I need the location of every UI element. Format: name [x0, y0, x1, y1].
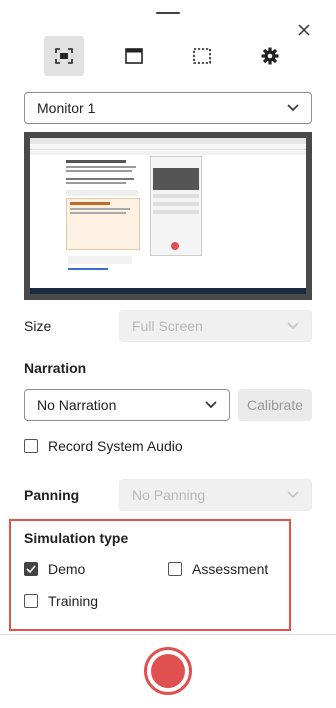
drag-handle[interactable]	[156, 12, 180, 14]
monitor-select-value: Monitor 1	[37, 100, 96, 116]
monitor-select[interactable]: Monitor 1	[24, 92, 312, 124]
record-button[interactable]	[144, 647, 192, 695]
record-icon	[151, 654, 185, 688]
size-label: Size	[24, 318, 52, 334]
chevron-down-icon	[287, 322, 299, 330]
size-select-value: Full Screen	[132, 318, 203, 334]
footer-divider	[0, 634, 336, 635]
record-system-audio-label: Record System Audio	[48, 438, 183, 454]
simulation-training-checkbox[interactable]: Training	[24, 593, 98, 609]
capture-mode-toolbar	[44, 36, 292, 76]
calibrate-button[interactable]: Calibrate	[238, 389, 312, 421]
simulation-assessment-label: Assessment	[192, 561, 269, 577]
panning-select: No Panning	[119, 479, 312, 511]
narration-select-value: No Narration	[37, 397, 117, 413]
narration-label: Narration	[24, 360, 87, 376]
record-system-audio-checkbox[interactable]: Record System Audio	[24, 438, 183, 454]
chevron-down-icon	[287, 104, 299, 112]
checkbox-box	[168, 562, 182, 576]
region-capture-icon[interactable]	[182, 36, 222, 76]
simulation-type-title: Simulation type	[24, 530, 129, 546]
panning-label: Panning	[24, 487, 80, 503]
checkbox-checked-icon	[24, 562, 38, 576]
chevron-down-icon	[287, 491, 299, 499]
checkbox-box	[24, 439, 38, 453]
settings-gear-icon[interactable]	[250, 36, 290, 76]
size-select: Full Screen	[119, 310, 312, 342]
simulation-training-label: Training	[48, 593, 99, 609]
window-capture-icon[interactable]	[114, 36, 154, 76]
checkbox-box	[24, 594, 38, 608]
simulation-demo-label: Demo	[48, 561, 86, 577]
panning-select-value: No Panning	[132, 487, 206, 503]
narration-select[interactable]: No Narration	[24, 389, 230, 421]
fullscreen-capture-icon[interactable]	[44, 36, 84, 76]
screen-preview	[24, 132, 312, 300]
close-icon[interactable]	[294, 20, 314, 40]
screen-preview-thumbnail	[30, 138, 306, 294]
simulation-assessment-checkbox[interactable]: Assessment	[168, 561, 268, 577]
simulation-demo-checkbox[interactable]: Demo	[24, 561, 85, 577]
chevron-down-icon	[205, 401, 217, 409]
